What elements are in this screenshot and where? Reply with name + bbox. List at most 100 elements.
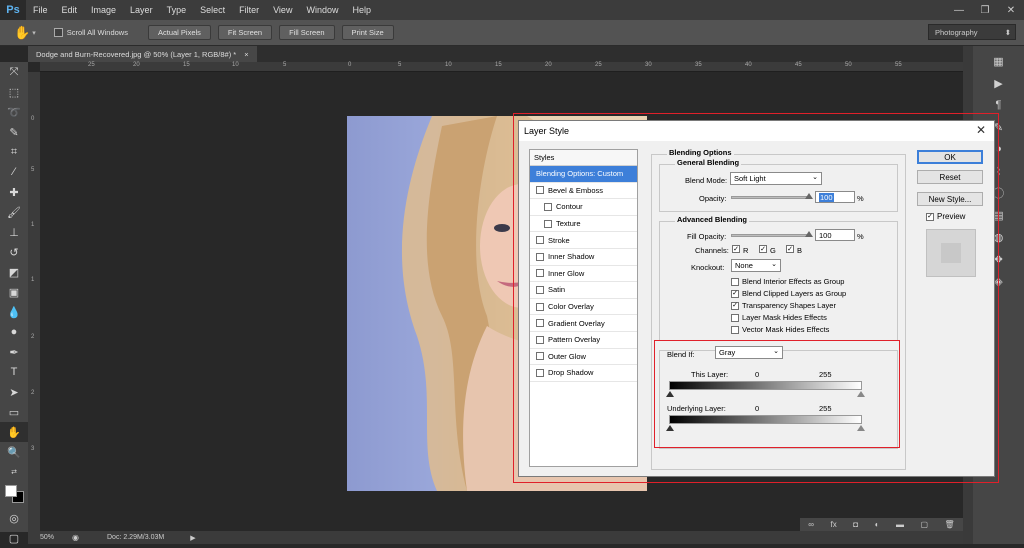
- blend-if-highlight: [654, 340, 900, 448]
- photoshop-logo: Ps: [0, 0, 26, 20]
- ruler-tick: 5: [283, 62, 287, 68]
- ruler-tick: 10: [445, 62, 452, 68]
- ruler-tick: 3: [31, 446, 35, 452]
- brush-tool-icon[interactable]: 🖌: [0, 202, 28, 222]
- print-size-button[interactable]: Print Size: [341, 25, 394, 40]
- layer-style-icon[interactable]: fx: [830, 520, 836, 529]
- new-layer-icon[interactable]: ▢: [920, 520, 928, 529]
- ruler-tick: 0: [31, 116, 35, 122]
- ruler-tick: 25: [595, 62, 602, 68]
- menu-image[interactable]: Image: [84, 5, 123, 15]
- ruler-tick: 2: [31, 334, 35, 340]
- lasso-tool-icon[interactable]: ➰: [0, 102, 28, 122]
- healing-brush-tool-icon[interactable]: ✚: [0, 182, 28, 202]
- eraser-tool-icon[interactable]: ◩: [0, 262, 28, 282]
- screen-mode-icon[interactable]: ▢: [0, 528, 28, 548]
- document-tab-title: Dodge and Burn-Recovered.jpg @ 50% (Laye…: [36, 49, 237, 59]
- restore-button[interactable]: ❐: [972, 0, 998, 20]
- zoom-tool-icon[interactable]: 🔍: [0, 442, 28, 462]
- new-group-icon[interactable]: ▬: [896, 520, 904, 529]
- ruler-tick: 25: [88, 62, 95, 68]
- tools-panel: ⤧ ⬚ ➰ ✎ ⌗ ⁄ ✚ 🖌 ⊥ ↺ ◩ ▣ 💧 ● ✒ T ➤ ▭ ✋ 🔍 …: [0, 62, 28, 545]
- ruler-tick: 5: [398, 62, 402, 68]
- play-action-icon[interactable]: ▶: [973, 72, 1024, 94]
- ruler-tick: 0: [348, 62, 352, 68]
- workspace-switcher[interactable]: Photography ⬍: [928, 24, 1016, 40]
- menu-filter[interactable]: Filter: [232, 5, 266, 15]
- adjustment-layer-icon[interactable]: ◐: [875, 520, 880, 529]
- ruler-tick: 45: [795, 62, 802, 68]
- eyedropper-tool-icon[interactable]: ⁄: [0, 162, 28, 182]
- ruler-tick: 20: [133, 62, 140, 68]
- status-bar: 50% ◉ Doc: 2.29M/3.03M ▶: [28, 531, 963, 544]
- ruler-left: 0 5 1 1 2 2 3: [28, 72, 40, 531]
- menu-bar: Ps File Edit Image Layer Type Select Fil…: [0, 0, 1024, 20]
- ruler-tick: 55: [895, 62, 902, 68]
- menu-help[interactable]: Help: [345, 5, 378, 15]
- hand-tool-icon: ✋: [14, 24, 31, 40]
- blur-tool-icon[interactable]: 💧: [0, 302, 28, 322]
- ruler-tick: 2: [31, 390, 35, 396]
- ruler-tick: 1: [31, 277, 35, 283]
- menu-select[interactable]: Select: [193, 5, 232, 15]
- ruler-top: 25 20 15 10 5 0 5 10 15 20 25 30 35 40 4…: [40, 62, 963, 72]
- ruler-tick: 15: [495, 62, 502, 68]
- status-info-icon[interactable]: ◉: [72, 533, 79, 542]
- document-tab-bar: Dodge and Burn-Recovered.jpg @ 50% (Laye…: [28, 46, 963, 62]
- scroll-all-windows-label: Scroll All Windows: [66, 28, 128, 37]
- menu-edit[interactable]: Edit: [55, 5, 85, 15]
- ruler-tick: 30: [645, 62, 652, 68]
- marquee-tool-icon[interactable]: ⬚: [0, 82, 28, 102]
- ruler-tick: 40: [745, 62, 752, 68]
- menu-type[interactable]: Type: [160, 5, 194, 15]
- ruler-tick: 10: [232, 62, 239, 68]
- document-tab-close-icon[interactable]: ×: [244, 50, 248, 59]
- window-controls: — ❐ ✕: [946, 0, 1024, 20]
- ruler-tick: 15: [183, 62, 190, 68]
- tool-preset-chevron-icon[interactable]: ▾: [32, 29, 36, 37]
- ruler-tick: 1: [31, 222, 35, 228]
- menu-view[interactable]: View: [266, 5, 299, 15]
- workspace-label: Photography: [935, 27, 978, 37]
- menu-layer[interactable]: Layer: [123, 5, 160, 15]
- clone-stamp-tool-icon[interactable]: ⊥: [0, 222, 28, 242]
- gradient-tool-icon[interactable]: ▣: [0, 282, 28, 302]
- link-layers-icon[interactable]: ∞: [808, 520, 814, 529]
- ruler-tick: 35: [695, 62, 702, 68]
- type-tool-icon[interactable]: T: [0, 362, 28, 382]
- quick-mask-icon[interactable]: ◎: [0, 508, 28, 528]
- ruler-tick: 50: [845, 62, 852, 68]
- foreground-color-swatch[interactable]: [5, 485, 17, 497]
- history-panel-icon[interactable]: ▦: [973, 50, 1024, 72]
- ruler-tick: 20: [545, 62, 552, 68]
- menu-window[interactable]: Window: [299, 5, 345, 15]
- fill-screen-button[interactable]: Fill Screen: [279, 25, 335, 40]
- zoom-level[interactable]: 50%: [40, 534, 54, 541]
- document-size: Doc: 2.29M/3.03M: [107, 534, 165, 541]
- dodge-tool-icon[interactable]: ●: [0, 322, 28, 342]
- actual-pixels-button[interactable]: Actual Pixels: [147, 25, 211, 40]
- history-brush-tool-icon[interactable]: ↺: [0, 242, 28, 262]
- crop-tool-icon[interactable]: ⌗: [0, 142, 28, 162]
- minimize-button[interactable]: —: [946, 0, 972, 20]
- fit-screen-button[interactable]: Fit Screen: [217, 25, 273, 40]
- delete-layer-icon[interactable]: 🗑: [945, 520, 955, 529]
- status-menu-arrow-icon[interactable]: ▶: [190, 534, 195, 542]
- move-tool-icon[interactable]: ⤧: [0, 62, 28, 82]
- document-tab[interactable]: Dodge and Burn-Recovered.jpg @ 50% (Laye…: [28, 46, 257, 62]
- scroll-all-windows-checkbox[interactable]: [53, 28, 63, 37]
- scroll-all-windows-option[interactable]: Scroll All Windows: [53, 28, 128, 37]
- path-selection-tool-icon[interactable]: ➤: [0, 382, 28, 402]
- swap-colors-icon[interactable]: ⇄: [0, 462, 28, 482]
- quick-select-tool-icon[interactable]: ✎: [0, 122, 28, 142]
- layer-mask-icon[interactable]: ◘: [853, 520, 858, 529]
- menu-file[interactable]: File: [26, 5, 55, 15]
- layers-panel-footer: ∞ fx ◘ ◐ ▬ ▢ 🗑: [800, 518, 963, 531]
- close-window-button[interactable]: ✕: [998, 0, 1024, 20]
- shape-tool-icon[interactable]: ▭: [0, 402, 28, 422]
- workspace-dropdown-icon: ⬍: [1004, 27, 1011, 37]
- hand-tool-active-icon[interactable]: ✋: [0, 422, 28, 442]
- ruler-tick: 5: [31, 167, 35, 173]
- color-swatches[interactable]: [0, 482, 28, 508]
- pen-tool-icon[interactable]: ✒: [0, 342, 28, 362]
